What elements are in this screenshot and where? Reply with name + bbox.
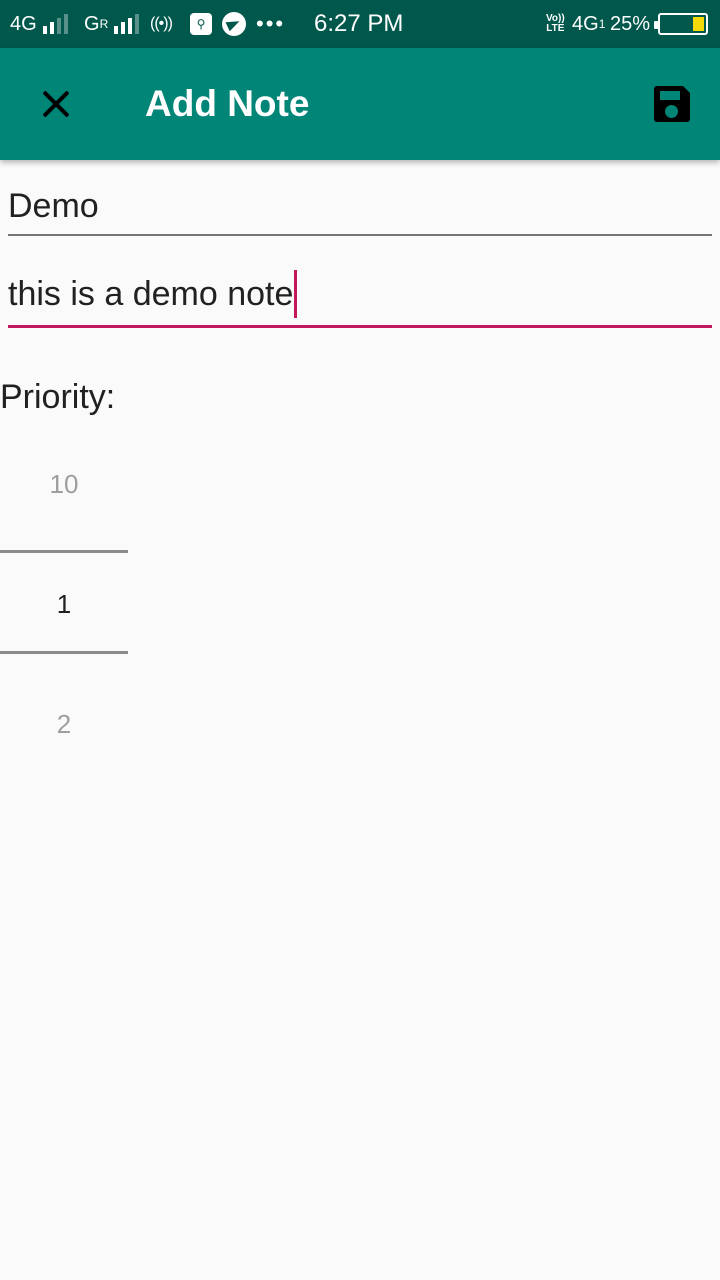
picker-next-value[interactable]: 2 (0, 694, 128, 754)
text-cursor (294, 270, 298, 318)
signal-icon (114, 14, 140, 34)
description-input-value: this is a demo note (8, 275, 294, 313)
app-bar: Add Note (0, 48, 720, 160)
usb-icon: ⚲ (190, 0, 212, 48)
title-input-value: Demo (8, 187, 99, 225)
network-type-label: G (84, 12, 100, 35)
roaming-label: R (99, 17, 109, 31)
title-input[interactable]: Demo (8, 180, 712, 236)
picker-divider-bottom (0, 651, 128, 654)
network-g-signal: GR (84, 0, 140, 48)
battery-icon (654, 0, 708, 48)
priority-label: Priority: (0, 378, 116, 416)
sim-index-label: 1 (598, 17, 606, 31)
description-input[interactable]: this is a demo note (8, 268, 712, 328)
priority-number-picker[interactable]: 10 1 2 (0, 430, 128, 770)
hotspot-icon: ((•)) (150, 15, 173, 32)
page-title: Add Note (145, 83, 310, 124)
telegram-icon (222, 0, 246, 48)
floppy-disk-icon (654, 85, 691, 122)
status-time: 6:27 PM (314, 10, 404, 37)
network-4g-signal: 4G (10, 0, 68, 48)
more-notifications-icon: ••• (256, 11, 286, 36)
status-bar: 4G GR ((•)) ⚲ ••• 6:27 PM Vo)) LTE 4G 1 2… (0, 0, 720, 48)
picker-previous-value[interactable]: 10 (0, 454, 128, 514)
network-4g-data: 4G 1 (572, 0, 605, 48)
picker-divider-top (0, 550, 128, 553)
close-button[interactable] (24, 72, 88, 136)
close-icon (41, 89, 71, 119)
save-button[interactable] (640, 72, 704, 136)
picker-selected-value[interactable]: 1 (0, 574, 128, 634)
signal-icon (42, 14, 68, 34)
volte-bottom-label: LTE (546, 23, 565, 34)
battery-percent: 25% (610, 12, 651, 35)
network-type-label: 4G (10, 12, 37, 35)
network-type-label: 4G (572, 12, 599, 35)
volte-icon: Vo)) LTE (546, 0, 565, 48)
description-input-wrap: this is a demo note (8, 268, 712, 320)
